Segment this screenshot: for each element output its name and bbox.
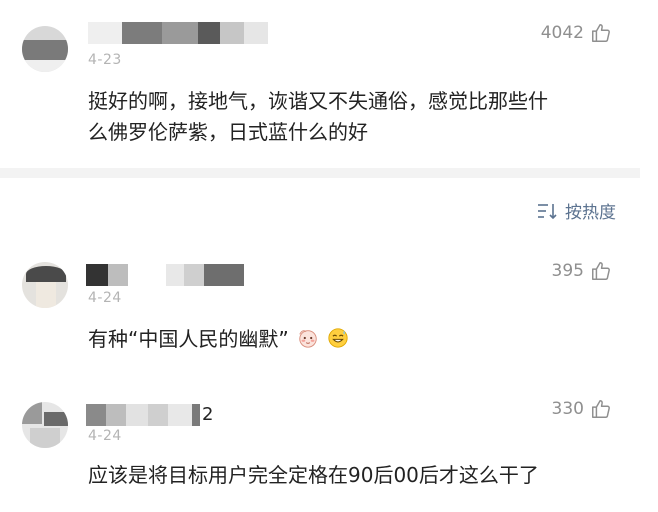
username-redacted[interactable] (88, 22, 268, 44)
avatar[interactable] (22, 26, 68, 72)
comment-text-line: 挺好的啊，接地气，诙谐又不失通俗，感觉比那些什 (88, 89, 548, 113)
username-redacted[interactable] (86, 264, 244, 286)
username-suffix: 2 (202, 404, 214, 425)
like-button[interactable]: 4042 (541, 22, 612, 44)
sort-by-hotness-button[interactable]: 按热度 (537, 198, 616, 223)
sort-label: 按热度 (565, 203, 616, 223)
like-button[interactable]: 330 (552, 398, 612, 420)
blushing-emoji-icon (299, 330, 317, 348)
comment-item: 4-24 395 有种“中国人民的幽默” (0, 250, 658, 370)
avatar[interactable] (22, 402, 68, 448)
comment-text: 有种“中国人民的幽默” (88, 324, 349, 355)
thumbs-up-icon (592, 400, 610, 418)
like-count: 4042 (540, 23, 584, 43)
comment-text-line: 么佛罗伦萨紫，日式蓝什么的好 (88, 120, 368, 144)
username-redacted[interactable]: 2 (86, 404, 213, 426)
comment-text: 挺好的啊，接地气，诙谐又不失通俗，感觉比那些什 么佛罗伦萨紫，日式蓝什么的好 (88, 86, 628, 148)
avatar[interactable] (22, 262, 68, 308)
comment-item: 4-23 4042 挺好的啊，接地气，诙谐又不失通俗，感觉比那些什 么佛罗伦萨紫… (0, 0, 658, 168)
thumbs-up-icon (592, 262, 610, 280)
comment-date: 4-24 (88, 428, 122, 444)
like-count: 330 (551, 399, 584, 419)
comment-date: 4-24 (88, 290, 122, 306)
grinning-sweat-emoji-icon (328, 328, 349, 348)
like-button[interactable]: 395 (552, 260, 612, 282)
comment-item: 2 4-24 330 应该是将目标用户完全定格在90后00后才这么干了 (0, 390, 658, 512)
comment-date: 4-23 (88, 52, 122, 68)
sort-icon (538, 203, 557, 219)
like-count: 395 (551, 261, 584, 281)
thumbs-up-icon (592, 24, 610, 42)
comment-text: 应该是将目标用户完全定格在90后00后才这么干了 (88, 463, 539, 487)
section-divider (0, 168, 640, 178)
comment-text-content: 有种“中国人民的幽默” (88, 327, 289, 351)
